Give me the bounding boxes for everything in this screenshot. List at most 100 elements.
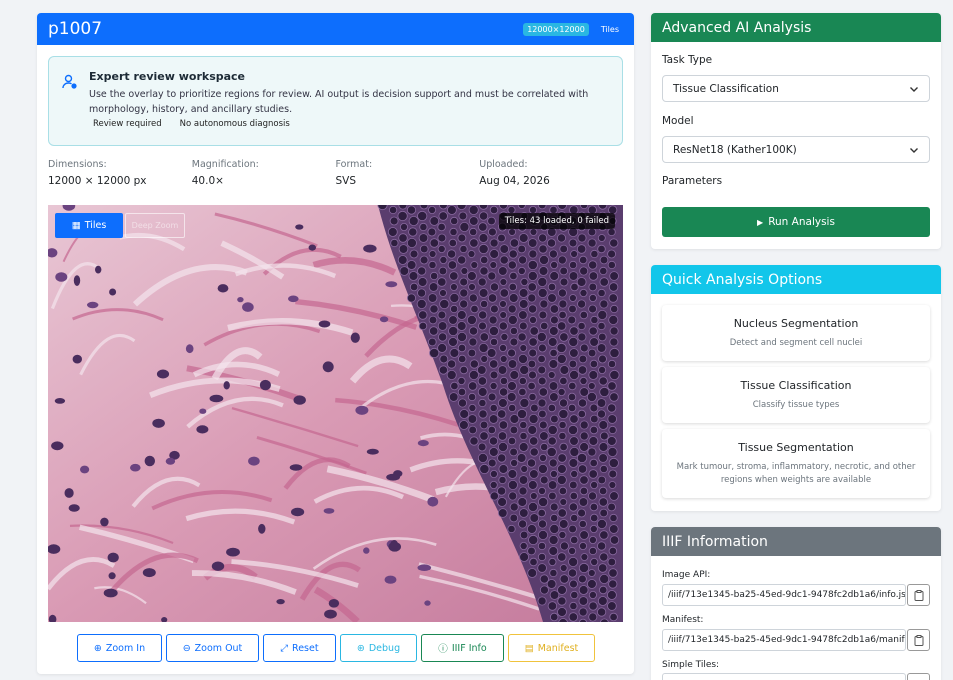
tumor-cell-nucleus (579, 442, 589, 452)
tumor-cell-nucleus (607, 260, 616, 270)
tumor-cell-nucleus (406, 293, 416, 303)
tumor-cell-nucleus (398, 244, 409, 254)
tumor-cell-nucleus (519, 552, 530, 562)
tumor-cell-nucleus (509, 502, 519, 512)
meta-label: Magnification: (191, 159, 259, 170)
tumor-cell-nucleus (538, 387, 549, 397)
tumor-cell-nucleus (577, 464, 588, 474)
tumor-cell-nucleus (529, 326, 539, 336)
nucleus (72, 354, 82, 364)
tumor-cell-nucleus (510, 458, 519, 467)
tumor-cell-nucleus (537, 508, 546, 518)
debug-button[interactable]: ⊛ Debug (340, 634, 417, 662)
tumor-cell-nucleus (569, 294, 577, 302)
quick-option-tissue-segmentation[interactable]: Tissue Segmentation Mark tumour, stroma,… (662, 429, 930, 498)
tumor-cell-nucleus (437, 233, 447, 243)
tumor-cell-nucleus (528, 348, 538, 358)
run-analysis-button[interactable]: ▶ Run Analysis (662, 207, 930, 237)
tumor-cell-nucleus (447, 260, 458, 270)
nucleus (165, 457, 176, 465)
tumor-cell-nucleus (458, 354, 467, 364)
copy-image-api-button[interactable] (907, 584, 930, 606)
iiif-info-button[interactable]: ⓘ IIIF Info (421, 634, 504, 662)
manifest-button[interactable]: ▤ Manifest (508, 634, 595, 662)
tumor-cell-nucleus (608, 282, 619, 292)
task-type-select[interactable]: Tissue Classification (662, 75, 930, 102)
tissue-image[interactable] (48, 205, 623, 622)
tumor-cell-nucleus (526, 458, 537, 468)
tumor-cell-nucleus (549, 348, 558, 358)
tumor-cell-nucleus (509, 238, 520, 248)
quick-option-tissue-classification[interactable]: Tissue Classification Classify tissue ty… (662, 367, 930, 423)
tumor-cell-nucleus (557, 508, 567, 518)
tumor-cell-nucleus (567, 392, 577, 402)
tumor-cell-nucleus (520, 465, 529, 473)
slide-image-viewer[interactable]: ▦ Tiles Deep Zoom Tiles: 43 loaded, 0 fa… (48, 205, 623, 622)
quick-option-title: Tissue Classification (740, 379, 852, 392)
tumor-cell-nucleus (500, 332, 509, 341)
tumor-cell-nucleus (478, 222, 488, 232)
tumor-cell-nucleus (598, 563, 608, 573)
tumor-cell-nucleus (589, 458, 598, 468)
copy-simple-tiles-button[interactable] (907, 673, 930, 680)
quick-option-nucleus-segmentation[interactable]: Nucleus Segmentation Detect and segment … (662, 305, 930, 361)
quick-option-desc: Mark tumour, stroma, inflammatory, necro… (676, 462, 916, 485)
tumor-cell-nucleus (499, 355, 508, 363)
meta-label: Uploaded: (479, 159, 528, 170)
tumor-cell-nucleus (579, 530, 589, 540)
tumor-cell-nucleus (550, 261, 559, 270)
tumor-cell-nucleus (548, 534, 559, 545)
tumor-cell-nucleus (609, 369, 620, 381)
tab-deep-zoom[interactable]: Deep Zoom (125, 213, 185, 238)
tumor-cell-nucleus (598, 486, 608, 496)
tumor-cell-nucleus (579, 486, 589, 496)
tumor-cell-nucleus (599, 508, 608, 518)
tumor-cell-nucleus (539, 299, 549, 309)
tumor-cell-nucleus (538, 255, 549, 266)
nucleus (87, 301, 99, 309)
tumor-cell-nucleus (497, 409, 507, 419)
tumor-cell-nucleus (537, 486, 546, 495)
image-api-field[interactable]: /iiif/713e1345-ba25-45ed-9dc1-9478fc2db1… (662, 584, 906, 606)
zoom-in-button[interactable]: ⊕ Zoom In (77, 634, 162, 662)
tumor-cell-nucleus (538, 420, 548, 430)
tumor-cell-nucleus (507, 469, 518, 479)
tumor-cell-nucleus (499, 278, 508, 286)
tumor-cell-nucleus (537, 277, 548, 288)
tumor-cell-nucleus (596, 398, 607, 408)
manifest-field[interactable]: /iiif/713e1345-ba25-45ed-9dc1-9478fc2db1… (662, 629, 906, 651)
tumor-cell-nucleus (528, 337, 538, 347)
quick-option-desc: Classify tissue types (752, 400, 840, 410)
tumor-cell-nucleus (470, 304, 479, 314)
reset-button[interactable]: ⤢ Reset (263, 634, 336, 662)
nucleus (350, 332, 360, 343)
simple-tiles-field[interactable] (662, 673, 906, 680)
tumor-cell-nucleus (508, 249, 518, 259)
zoom-out-icon: ⊖ (182, 642, 191, 654)
tumor-cell-nucleus (497, 233, 506, 243)
tumor-cell-nucleus (489, 249, 500, 259)
tab-tiles[interactable]: ▦ Tiles (55, 213, 123, 238)
tumor-cell-nucleus (547, 371, 556, 379)
tumor-cell-nucleus (479, 299, 489, 309)
expand-icon: ⤢ (280, 642, 289, 654)
tumor-cell-nucleus (518, 288, 529, 298)
tumor-cell-nucleus (557, 255, 567, 265)
tumor-cell-nucleus (547, 436, 557, 446)
zoom-out-button[interactable]: ⊖ Zoom Out (166, 634, 259, 662)
tumor-cell-nucleus (520, 278, 529, 287)
model-select[interactable]: ResNet18 (Kather100K) (662, 136, 930, 163)
tumor-cell-nucleus (548, 359, 559, 369)
tumor-cell-nucleus (556, 353, 567, 364)
tumor-cell-nucleus (449, 271, 459, 281)
slide-header: p1007 12000×12000 Tiles (37, 13, 634, 45)
clipboard-icon (914, 589, 923, 601)
tumor-cell-nucleus (559, 266, 569, 276)
tumor-cell-nucleus (597, 475, 607, 485)
copy-manifest-button[interactable] (907, 629, 930, 651)
tumor-cell-nucleus (579, 343, 589, 353)
tumor-cell-nucleus (459, 299, 469, 309)
tumor-cell-nucleus (478, 342, 489, 353)
tumor-cell-nucleus (527, 546, 536, 556)
tumor-cell-nucleus (597, 409, 607, 419)
